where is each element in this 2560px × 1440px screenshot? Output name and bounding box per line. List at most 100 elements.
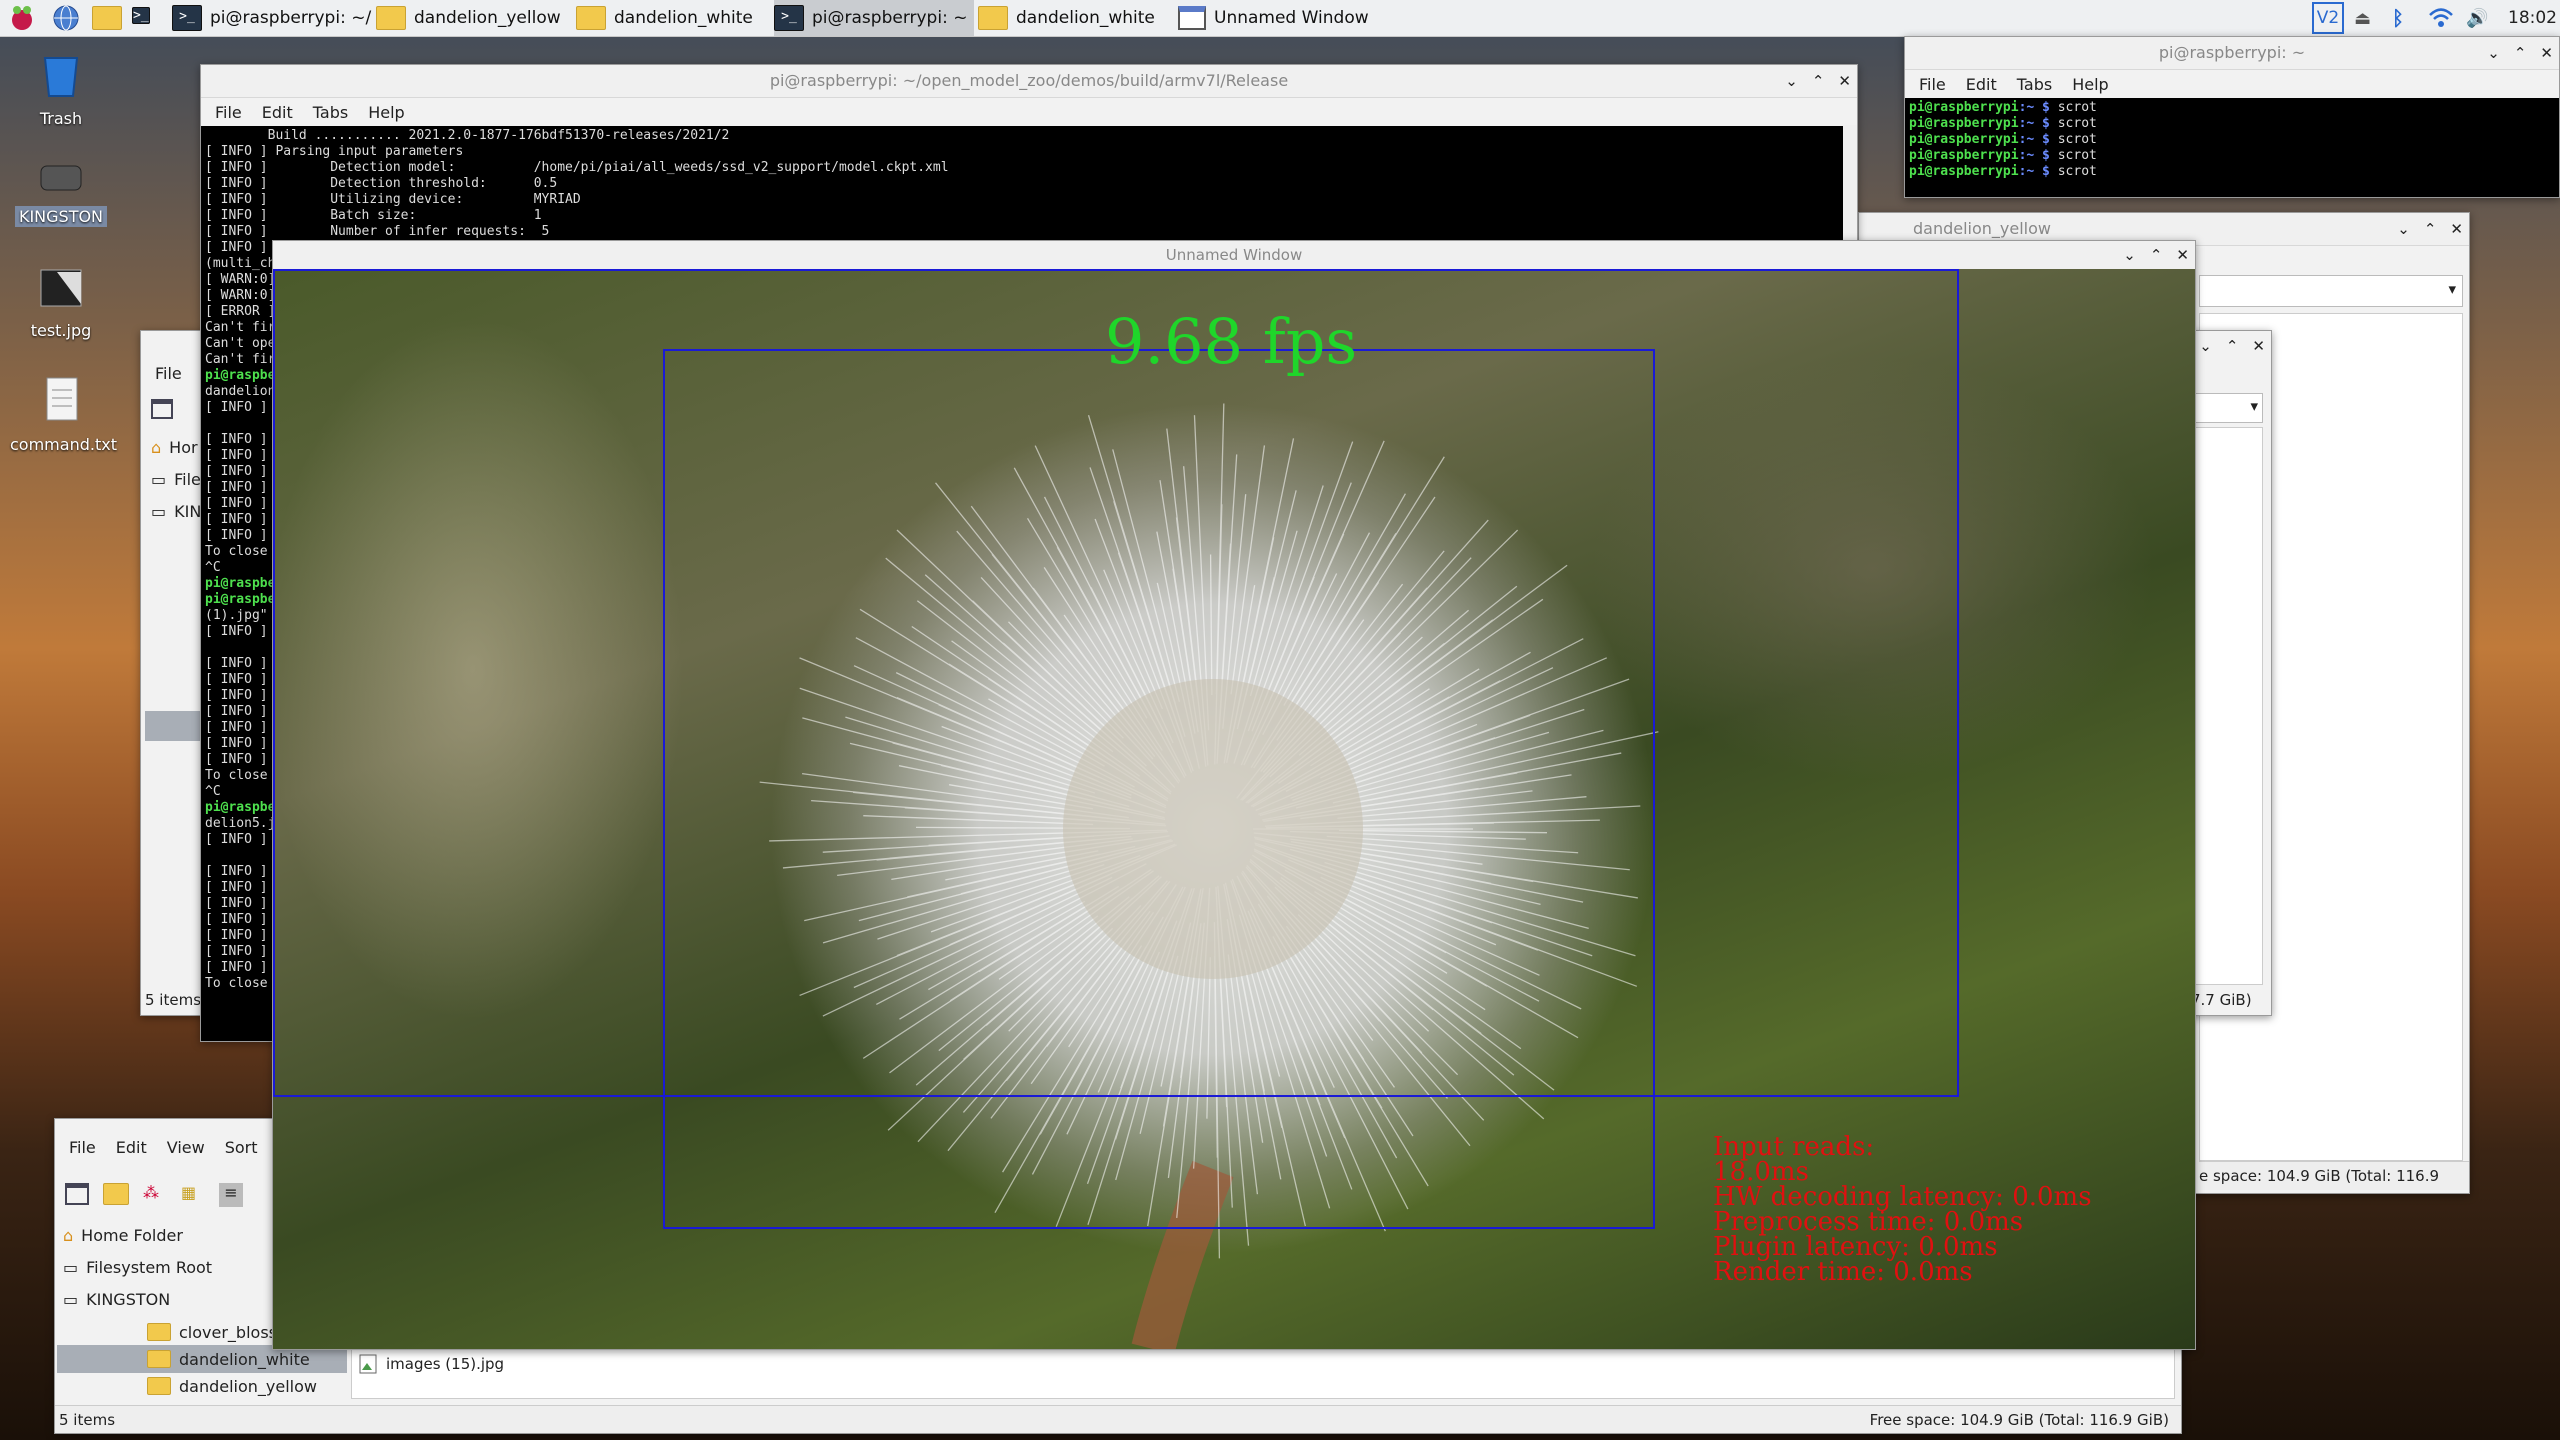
- status-bar: e space: 104.9 GiB (Total: 116.9 GiB): [2199, 1161, 2469, 1190]
- new-folder-icon[interactable]: [103, 1183, 129, 1205]
- window-icon: [1178, 6, 1206, 30]
- folder-icon: [147, 1350, 171, 1368]
- drive-icon: ▭: [151, 501, 167, 521]
- menu-edit[interactable]: Edit: [1966, 75, 1997, 94]
- maximize-icon[interactable]: ⌃: [1812, 65, 1825, 97]
- menu-bar: File Edit Tabs Help: [201, 98, 1857, 126]
- file-item[interactable]: images (15).jpg: [358, 1354, 504, 1374]
- desktop-icon-command-txt[interactable]: command.txt: [6, 376, 117, 455]
- sidebar-item-home[interactable]: ⌂ Home Folder: [57, 1219, 267, 1251]
- minimize-icon[interactable]: ⌄: [2397, 213, 2410, 245]
- close-icon[interactable]: ✕: [2450, 213, 2463, 245]
- file-list-pane[interactable]: images (15).jpg: [351, 1345, 2175, 1399]
- chevron-down-icon: ▾: [2448, 280, 2456, 298]
- sidebar-item-kingston[interactable]: ▭ KINGSTON: [57, 1283, 267, 1315]
- menu-file[interactable]: File: [1919, 75, 1946, 94]
- taskbar-button-unnamed-window[interactable]: Unnamed Window: [1178, 0, 1378, 36]
- close-icon[interactable]: ✕: [2252, 337, 2265, 355]
- performance-stats: Input reads: 18.0ms HW decoding latency:…: [1713, 1132, 2092, 1287]
- maximize-icon[interactable]: ⌃: [2424, 213, 2437, 245]
- taskbar-button-dandelion-white[interactable]: dandelion_white: [576, 0, 766, 36]
- desktop-icon-test-jpg[interactable]: test.jpg: [6, 266, 116, 341]
- menu-file[interactable]: File: [155, 364, 182, 383]
- terminal-window-home: pi@raspberrypi: ~ ⌄ ⌃ ✕ File Edit Tabs Hel…: [1904, 36, 2560, 198]
- volume-icon[interactable]: 🔊: [2466, 8, 2488, 29]
- window-titlebar[interactable]: pi@raspberrypi: ~ ⌄ ⌃ ✕: [1905, 37, 2559, 70]
- terminal-line: [ INFO ] Number of infer requests: 5: [205, 224, 550, 239]
- maximize-icon[interactable]: ⌃: [2150, 241, 2163, 269]
- folder-icon: [576, 6, 606, 30]
- file-manager-launcher-icon[interactable]: [92, 6, 122, 34]
- maximize-icon[interactable]: ⌃: [2226, 337, 2239, 355]
- drive-icon: [40, 165, 82, 191]
- menu-file[interactable]: File: [215, 103, 242, 122]
- clock[interactable]: 18:02: [2508, 8, 2557, 28]
- folder-icon: [376, 6, 406, 30]
- desktop-icon-kingston[interactable]: KINGSTON: [6, 156, 116, 227]
- video-frame[interactable]: 9.68 fps Input reads: 18.0ms HW decoding…: [273, 269, 2195, 1349]
- new-window-icon[interactable]: [65, 1183, 89, 1205]
- close-icon[interactable]: ✕: [2176, 241, 2189, 269]
- menu-tabs[interactable]: Tabs: [2017, 75, 2052, 94]
- terminal-line: pi@raspberrypi:~ $ scrot: [1909, 148, 2097, 163]
- taskbar-button-terminal-home[interactable]: >_ pi@raspberrypi: ~: [774, 0, 974, 36]
- menu-tabs[interactable]: Tabs: [313, 103, 348, 122]
- drive-icon: ▭: [63, 1289, 79, 1309]
- terminal-launcher-icon[interactable]: >_: [132, 5, 150, 27]
- taskbar-button-dandelion-white-2[interactable]: dandelion_white: [978, 0, 1168, 36]
- window-titlebar[interactable]: Unnamed Window ⌄ ⌃ ✕: [273, 241, 2195, 270]
- tree-item[interactable]: dandelion_yellow: [57, 1373, 347, 1399]
- menu-help[interactable]: Help: [368, 103, 404, 122]
- trash-icon: [43, 57, 79, 97]
- home-icon: ⌂: [63, 1225, 74, 1245]
- eject-icon[interactable]: ⏏: [2354, 8, 2371, 29]
- fps-counter: 9.68 fps: [1105, 305, 1358, 378]
- icon-view-icon[interactable]: ▦: [181, 1183, 205, 1205]
- path-dropdown[interactable]: ▾: [2199, 275, 2463, 307]
- minimize-icon[interactable]: ⌄: [2199, 337, 2212, 355]
- terminal-line: pi@raspberrypi:~ $ scrot: [1909, 164, 2097, 179]
- wifi-icon[interactable]: [2428, 6, 2454, 34]
- unnamed-window: Unnamed Window ⌄ ⌃ ✕ 9.68 fps Input reads:…: [272, 240, 2196, 1350]
- menu-edit[interactable]: Edit: [262, 103, 293, 122]
- folder-icon: [147, 1323, 171, 1341]
- terminal-line: [ INFO ] Detection model: /home/pi/piai/…: [205, 160, 949, 175]
- menu-view[interactable]: View: [167, 1138, 205, 1157]
- desktop-icon-trash[interactable]: Trash: [6, 50, 116, 129]
- vnc-icon[interactable]: V2: [2312, 2, 2344, 34]
- status-bar: 7.7 GiB): [2191, 991, 2252, 1009]
- terminal-line: pi@raspberrypi:~ $ scrot: [1909, 132, 2097, 147]
- menu-edit[interactable]: Edit: [116, 1138, 147, 1157]
- terminal-output[interactable]: pi@raspberrypi:~ $ scrot pi@raspberrypi:~…: [1905, 98, 2559, 197]
- raspberry-menu-icon[interactable]: [8, 4, 36, 32]
- taskbar: >_ >_pi@raspberrypi: ~/op... dandelion_y…: [0, 0, 2560, 37]
- menu-sort[interactable]: Sort: [225, 1138, 258, 1157]
- image-file-icon: [359, 1354, 377, 1374]
- menu-file[interactable]: File: [69, 1138, 96, 1157]
- close-icon[interactable]: ✕: [2540, 37, 2553, 69]
- maximize-icon[interactable]: ⌃: [2514, 37, 2527, 69]
- minimize-icon[interactable]: ⌄: [2123, 241, 2136, 269]
- detection-box: [663, 349, 1655, 1229]
- sidebar-item-filesystem-root[interactable]: ▭ Filesystem Root: [57, 1251, 267, 1283]
- image-file-icon: [40, 269, 82, 307]
- list-view-icon[interactable]: ≡: [219, 1183, 243, 1207]
- minimize-icon[interactable]: ⌄: [1785, 65, 1798, 97]
- terminal-icon: >_: [172, 5, 202, 31]
- bluetooth-icon[interactable]: ᛒ: [2392, 6, 2404, 30]
- web-browser-icon[interactable]: [52, 4, 80, 32]
- tree-view-icon[interactable]: ⁂: [143, 1183, 167, 1205]
- chevron-down-icon: ▾: [2250, 397, 2258, 415]
- new-window-icon[interactable]: [151, 399, 173, 419]
- file-list-pane[interactable]: [2191, 427, 2263, 985]
- text-file-icon: [46, 377, 78, 421]
- close-icon[interactable]: ✕: [1838, 65, 1851, 97]
- status-bar: 5 items Free space: 104.9 GiB (Total: 11…: [55, 1405, 2181, 1433]
- menu-bar: File Edit Tabs Help: [1905, 70, 2559, 98]
- taskbar-button-dandelion-yellow[interactable]: dandelion_yellow: [376, 0, 566, 36]
- menu-help[interactable]: Help: [2072, 75, 2108, 94]
- taskbar-button-terminal-release[interactable]: >_pi@raspberrypi: ~/op...: [172, 0, 372, 36]
- window-titlebar[interactable]: pi@raspberrypi: ~/open_model_zoo/demos/b…: [201, 65, 1857, 98]
- path-dropdown[interactable]: ▾: [2191, 393, 2263, 423]
- minimize-icon[interactable]: ⌄: [2487, 37, 2500, 69]
